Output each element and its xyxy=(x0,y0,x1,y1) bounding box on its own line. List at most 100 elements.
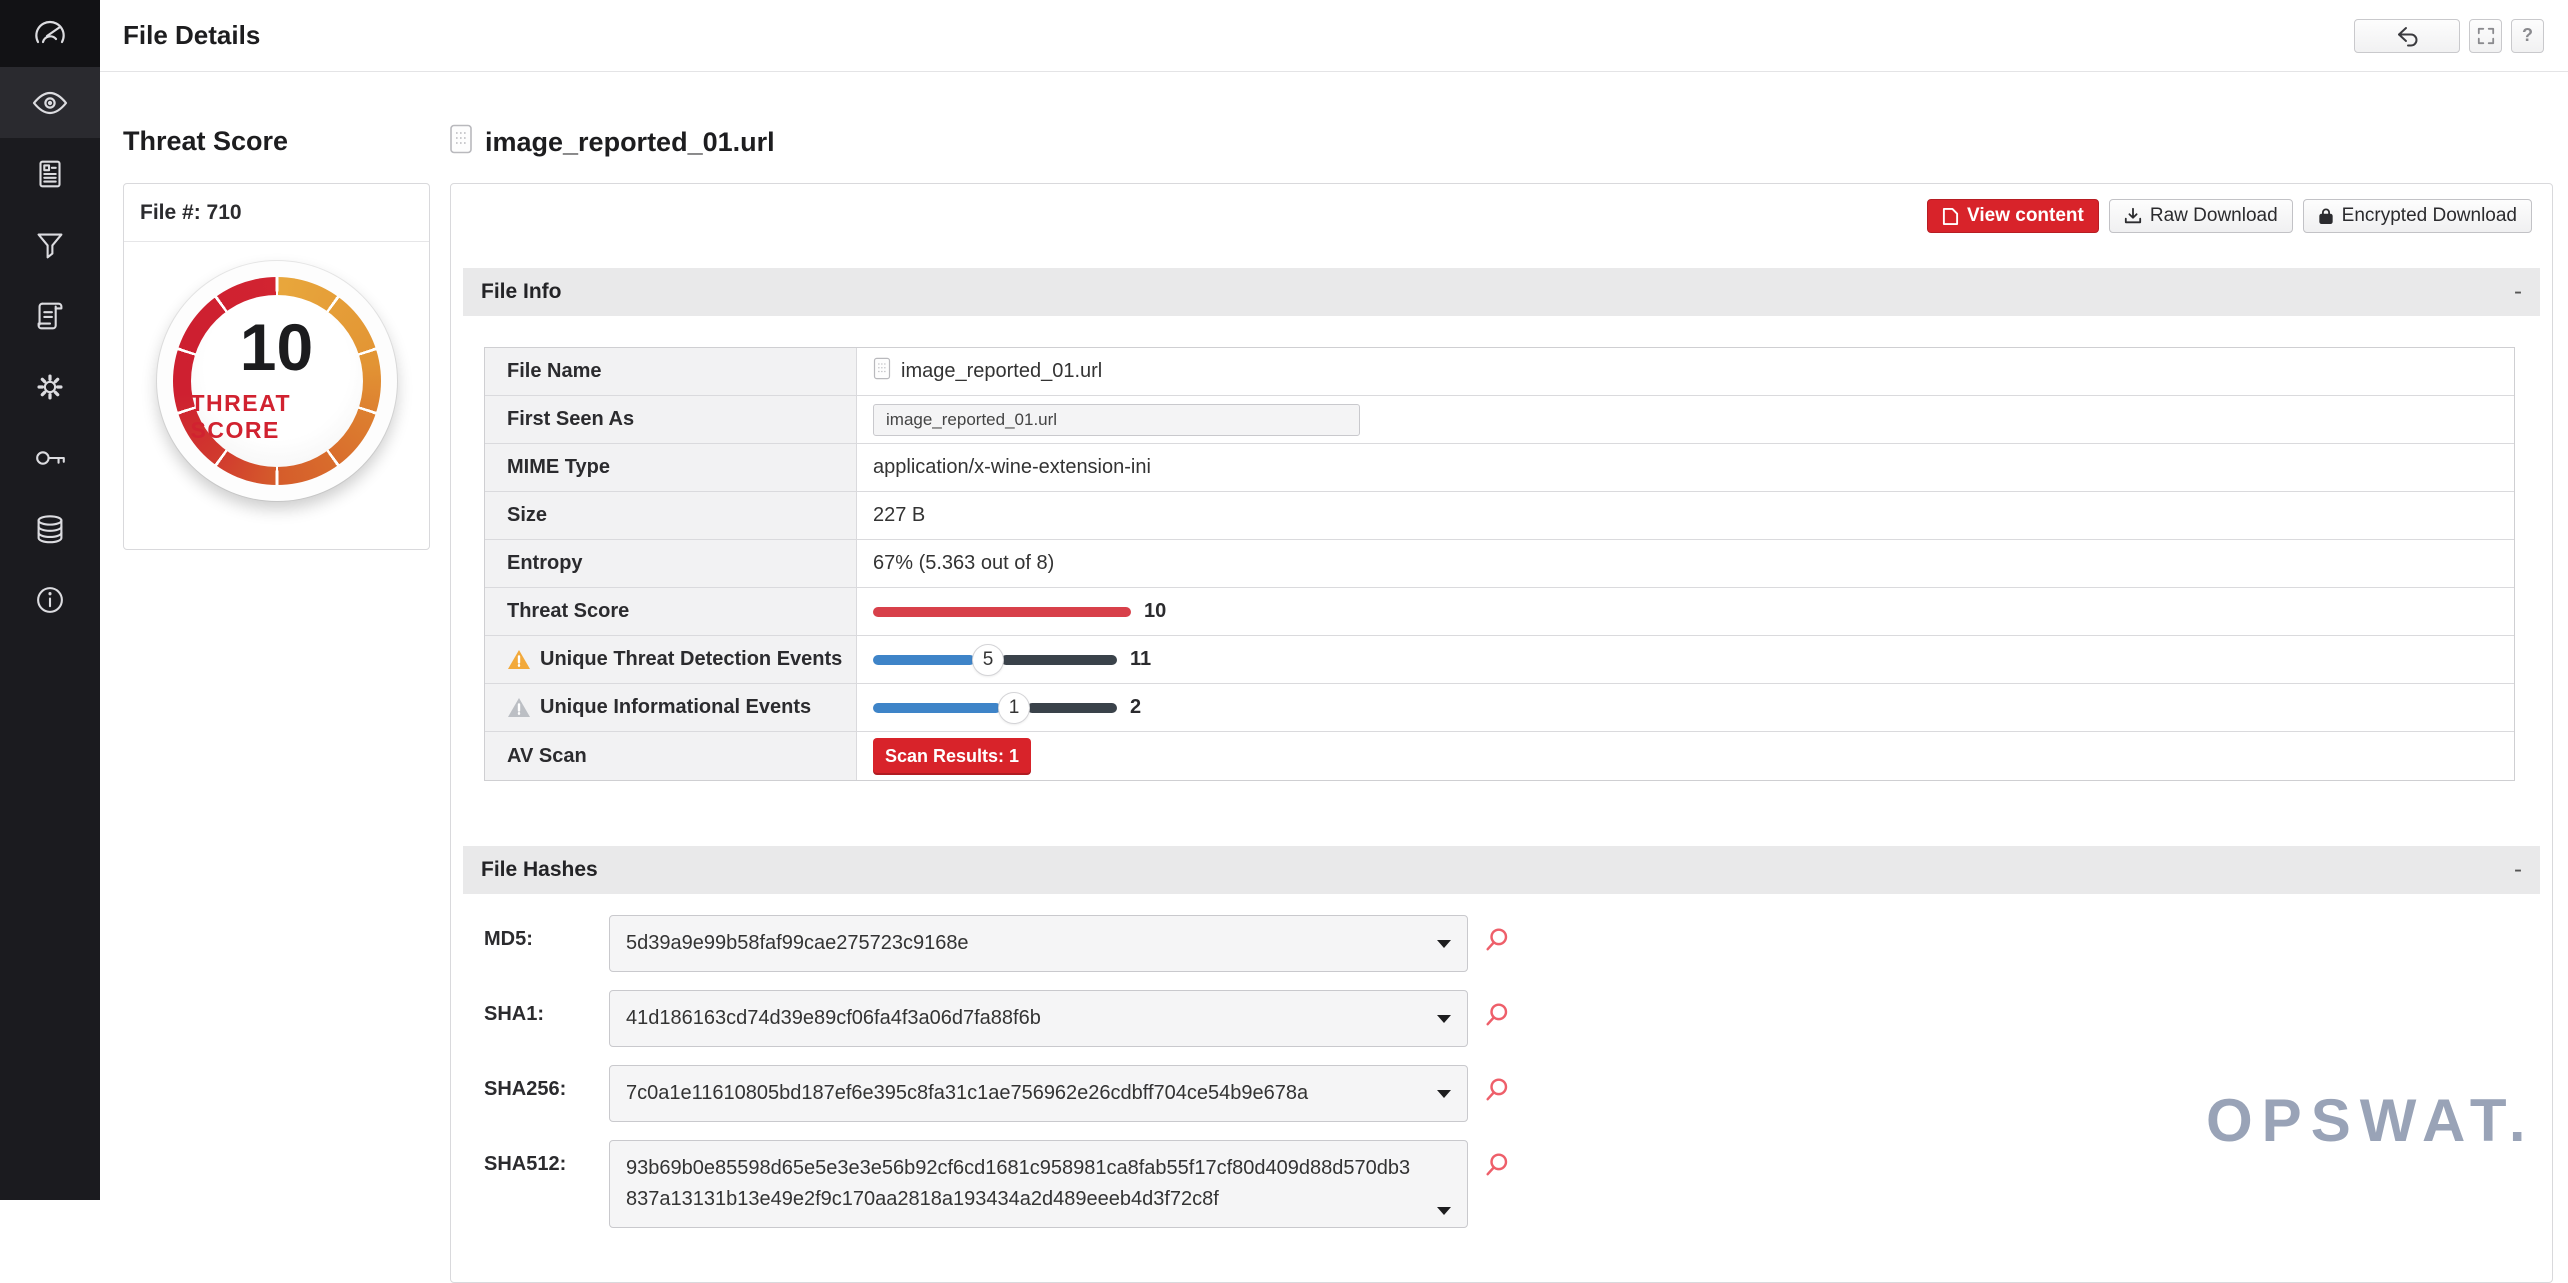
fullscreen-icon xyxy=(2477,27,2495,45)
sha512-label: SHA512: xyxy=(484,1140,609,1176)
sha1-select[interactable]: 41d186163cd74d39e89cf06fa4f3a06d7fa88f6b xyxy=(609,990,1468,1047)
informational-events-label: Unique Informational Events xyxy=(540,696,811,719)
mime-type-value: application/x-wine-extension-ini xyxy=(857,444,2514,491)
search-icon xyxy=(1484,1002,1510,1030)
filter-funnel-icon xyxy=(31,226,69,264)
row-label: Unique Threat Detection Events xyxy=(485,636,857,683)
md5-search-button[interactable] xyxy=(1484,927,1510,960)
help-label: ? xyxy=(2522,25,2533,46)
table-row: Unique Threat Detection Events 5 11 xyxy=(485,636,2514,684)
threat-score-section-title: Threat Score xyxy=(123,126,288,157)
detection-progress-count: 5 xyxy=(972,644,1004,676)
row-label: AV Scan xyxy=(485,732,857,780)
sidebar-item-about[interactable] xyxy=(0,564,100,635)
table-row: First Seen As xyxy=(485,396,2514,444)
sha256-value: 7c0a1e11610805bd187ef6e395c8fa31c1ae7569… xyxy=(626,1082,1308,1104)
undo-arrow-icon xyxy=(2394,23,2420,49)
threat-score-gauge: 10 THREAT SCORE xyxy=(157,261,397,501)
table-row: MIME Type application/x-wine-extension-i… xyxy=(485,444,2514,492)
raw-download-button[interactable]: Raw Download xyxy=(2109,199,2293,233)
encrypted-download-button[interactable]: Encrypted Download xyxy=(2303,199,2532,233)
download-icon xyxy=(2124,207,2142,225)
detection-total-count: 11 xyxy=(1130,648,1151,671)
md5-select[interactable]: 5d39a9e99b58faf99cae275723c9168e xyxy=(609,915,1468,972)
detection-progress-bar xyxy=(873,655,975,665)
file-hashes-collapse-toggle[interactable]: - xyxy=(2514,858,2522,882)
opswat-logo-watermark: OPSWAT. xyxy=(2206,1086,2535,1155)
gauge-score-value: 10 xyxy=(240,314,313,380)
help-button[interactable]: ? xyxy=(2511,19,2544,53)
fullscreen-button[interactable] xyxy=(2469,19,2502,53)
table-row: AV Scan Scan Results: 1 xyxy=(485,732,2514,780)
row-label: First Seen As xyxy=(485,396,857,443)
sidebar-item-settings[interactable] xyxy=(0,351,100,422)
dashboard-gauge-icon xyxy=(30,14,70,54)
sidebar-item-reports[interactable] xyxy=(0,138,100,209)
page-title: File Details xyxy=(123,20,260,51)
sha512-select[interactable]: 93b69b0e85598d65e5e3e3e56b92cf6cd1681c95… xyxy=(609,1140,1468,1228)
file-icon xyxy=(449,124,473,161)
table-row: File Name image_reported_01.url xyxy=(485,348,2514,396)
first-seen-as-input[interactable] xyxy=(873,404,1360,436)
lock-icon xyxy=(2318,207,2334,225)
threat-score-bar xyxy=(873,607,1131,617)
sha256-select[interactable]: 7c0a1e11610805bd187ef6e395c8fa31c1ae7569… xyxy=(609,1065,1468,1122)
sidebar-item-analysis[interactable] xyxy=(0,67,100,138)
search-icon xyxy=(1484,927,1510,955)
scan-results-badge[interactable]: Scan Results: 1 xyxy=(873,738,1031,775)
top-bar: File Details ? xyxy=(100,0,2568,72)
warning-triangle-icon xyxy=(507,649,531,670)
chevron-down-icon xyxy=(1437,1015,1451,1023)
file-number: File #: 710 xyxy=(124,184,429,242)
sha512-value: 93b69b0e85598d65e5e3e3e56b92cf6cd1681c95… xyxy=(626,1157,1410,1210)
encrypted-download-label: Encrypted Download xyxy=(2342,205,2517,227)
sidebar-item-filters[interactable] xyxy=(0,209,100,280)
sidebar-item-keys[interactable] xyxy=(0,422,100,493)
eye-analysis-icon xyxy=(30,83,70,123)
sha256-search-button[interactable] xyxy=(1484,1077,1510,1110)
row-label: Unique Informational Events xyxy=(485,684,857,731)
sha256-label: SHA256: xyxy=(484,1065,609,1101)
detection-total-bar xyxy=(1001,655,1117,665)
file-name-title: image_reported_01.url xyxy=(485,127,775,158)
back-button[interactable] xyxy=(2354,19,2460,53)
row-label: MIME Type xyxy=(485,444,857,491)
table-row: Unique Informational Events 1 2 xyxy=(485,684,2514,732)
hash-row-md5: MD5: 5d39a9e99b58faf99cae275723c9168e xyxy=(484,915,2552,972)
row-label: Threat Score xyxy=(485,588,857,635)
row-label: File Name xyxy=(485,348,857,395)
table-row: Size 227 B xyxy=(485,492,2514,540)
md5-value: 5d39a9e99b58faf99cae275723c9168e xyxy=(626,932,969,954)
key-icon xyxy=(31,439,69,477)
row-value xyxy=(857,396,2514,443)
informational-progress-count: 1 xyxy=(998,692,1030,724)
size-value: 227 B xyxy=(857,492,2514,539)
search-icon xyxy=(1484,1152,1510,1180)
sidebar-item-database[interactable] xyxy=(0,493,100,564)
file-hashes-title: File Hashes xyxy=(481,858,598,882)
hash-row-sha1: SHA1: 41d186163cd74d39e89cf06fa4f3a06d7f… xyxy=(484,990,2552,1047)
detection-events-bar-row: 5 11 xyxy=(857,636,2514,683)
informational-events-bar-row: 1 2 xyxy=(857,684,2514,731)
chevron-down-icon xyxy=(1437,940,1451,948)
info-triangle-icon xyxy=(507,697,531,718)
row-label: Size xyxy=(485,492,857,539)
md5-label: MD5: xyxy=(484,915,609,951)
file-info-section-header: File Info - xyxy=(463,268,2540,316)
chevron-down-icon xyxy=(1437,1090,1451,1098)
view-content-label: View content xyxy=(1967,205,2084,227)
app-logo[interactable] xyxy=(0,0,100,67)
raw-download-label: Raw Download xyxy=(2150,205,2278,227)
search-icon xyxy=(1484,1077,1510,1105)
sidebar-item-history[interactable] xyxy=(0,280,100,351)
script-scroll-icon xyxy=(31,297,69,335)
table-row: Threat Score 10 xyxy=(485,588,2514,636)
sha512-search-button[interactable] xyxy=(1484,1152,1510,1185)
file-icon xyxy=(873,357,891,386)
sha1-search-button[interactable] xyxy=(1484,1002,1510,1035)
table-row: Entropy 67% (5.363 out of 8) xyxy=(485,540,2514,588)
file-info-collapse-toggle[interactable]: - xyxy=(2514,280,2522,304)
threat-score-bar-row: 10 xyxy=(857,588,2514,635)
view-content-button[interactable]: View content xyxy=(1927,199,2099,233)
row-value: Scan Results: 1 xyxy=(857,732,2514,780)
